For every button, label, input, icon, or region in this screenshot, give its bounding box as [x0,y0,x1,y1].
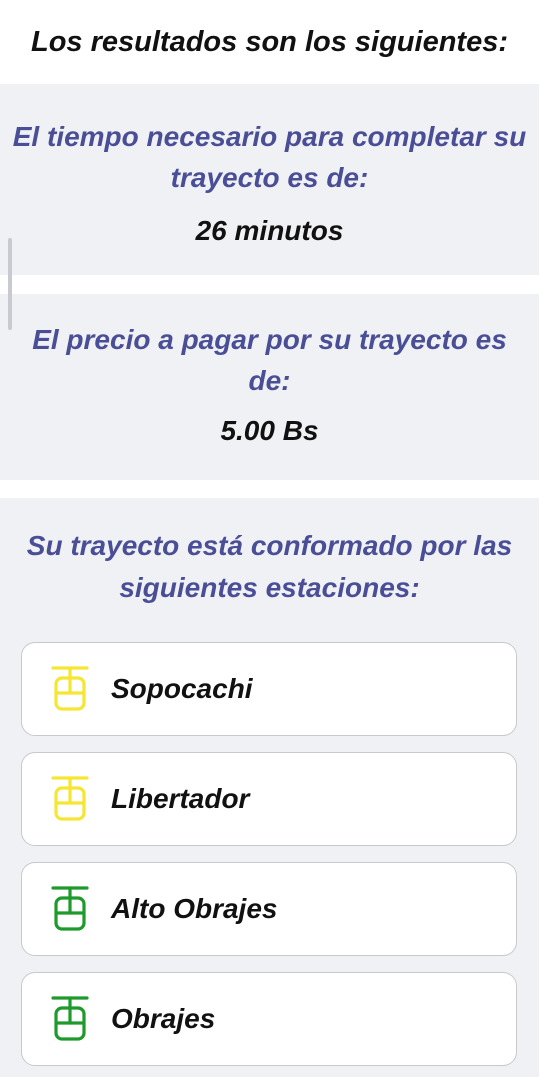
station-item-sopocachi[interactable]: Sopocachi [21,642,517,736]
station-name: Obrajes [111,1003,216,1034]
station-item-alto-obrajes[interactable]: Alto Obrajes [21,862,517,956]
page-title: Los resultados son los siguientes: [31,25,508,58]
results-screen: Los resultados son los siguientes: El ti… [0,0,539,1077]
scrollbar[interactable] [8,238,12,330]
cable-car-icon [51,996,89,1041]
price-card: El precio a pagar por su trayecto es de:… [0,294,539,480]
station-name: Sopocachi [111,673,253,704]
station-item-libertador[interactable]: Libertador [21,752,517,846]
travel-time-value: 26 minutos [195,215,344,246]
card-divider [0,275,539,294]
cable-car-icon [51,886,89,931]
results-header: Los resultados son los siguientes: [0,0,539,84]
cable-car-icon [51,666,89,711]
card-divider [0,480,539,498]
stations-heading: Su trayecto está conformado por las sigu… [26,530,513,603]
station-item-obrajes[interactable]: Obrajes [21,972,517,1066]
travel-time-card: El tiempo necesario para completar su tr… [0,89,539,275]
price-value: 5.00 Bs [220,415,319,446]
station-name: Alto Obrajes [111,893,278,924]
station-name: Libertador [111,783,250,814]
cable-car-icon [51,776,89,821]
price-heading: El precio a pagar por su trayecto es de: [32,324,507,396]
travel-time-heading: El tiempo necesario para completar su tr… [12,121,527,193]
